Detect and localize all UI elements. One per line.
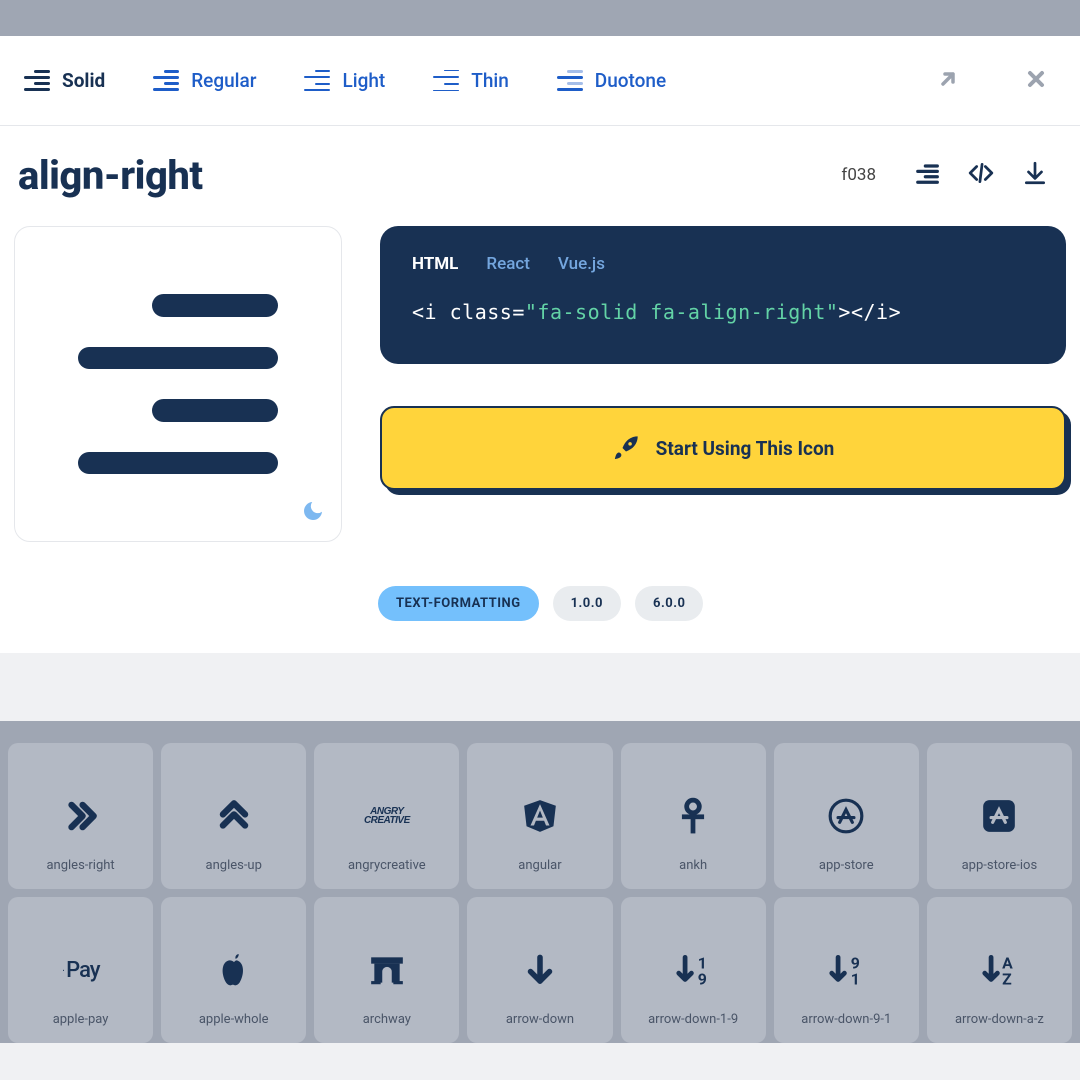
rocket-icon [612,434,640,462]
tab-solid[interactable]: Solid [24,69,105,92]
angrycreative-icon: ANGRYCREATIVE [368,797,406,835]
tab-label: Solid [62,69,105,92]
unicode-label[interactable]: f038 [841,165,876,185]
svg-text:9: 9 [698,969,707,988]
icon-card-arrow-down-9-1[interactable]: 91 arrow-down-9-1 [774,897,919,1043]
tab-label: Regular [191,69,256,92]
icon-card-ankh[interactable]: ankh [621,743,766,889]
svg-text:1: 1 [851,969,860,988]
icon-card-angular[interactable]: angular [467,743,612,889]
align-right-icon [78,294,278,474]
code-snippet[interactable]: <i class="fa-solid fa-align-right"></i> [412,300,1034,324]
icon-card-app-store[interactable]: app-store [774,743,919,889]
icon-card-arrow-down[interactable]: arrow-down [467,897,612,1043]
banner [0,653,1080,721]
tab-thin[interactable]: Thin [433,69,509,92]
ankh-icon [674,797,712,835]
style-tabs: Solid Regular Light Thin Duotone [0,36,1080,126]
archway-icon [368,951,406,989]
align-right-icon [24,70,50,92]
tag-version[interactable]: 6.0.0 [635,586,703,621]
icon-card-apple-whole[interactable]: apple-whole [161,897,306,1043]
code-tab-react[interactable]: React [486,254,530,274]
icon-card-app-store-ios[interactable]: app-store-ios [927,743,1072,889]
tag-version[interactable]: 1.0.0 [553,586,621,621]
icon-card-angles-up[interactable]: angles-up [161,743,306,889]
icon-card-angrycreative[interactable]: ANGRYCREATIVE angrycreative [314,743,459,889]
code-tab-vue[interactable]: Vue.js [558,254,605,274]
glyph-button[interactable] [900,150,954,200]
dark-mode-toggle[interactable] [301,499,325,527]
icon-card-arrow-down-1-9[interactable]: 19 arrow-down-1-9 [621,897,766,1043]
tab-label: Duotone [595,69,666,92]
svg-text:Z: Z [1003,969,1013,988]
apple-whole-icon [215,951,253,989]
arrow-down-9-1-icon: 91 [827,951,865,989]
app-store-ios-icon [980,797,1018,835]
icon-grid: angles-right angles-up ANGRYCREATIVE ang… [8,743,1072,1043]
code-tab-html[interactable]: HTML [412,254,458,274]
angles-up-icon [215,797,253,835]
expand-icon[interactable] [928,59,968,103]
app-store-icon [827,797,865,835]
cta-label: Start Using This Icon [656,437,835,460]
page-title: align-right [18,152,203,199]
tags-row: TEXT-FORMATTING 1.0.0 6.0.0 [0,574,1080,653]
code-button[interactable] [954,150,1008,200]
start-using-button[interactable]: Start Using This Icon [380,406,1066,490]
icon-card-angles-right[interactable]: angles-right [8,743,153,889]
tab-light[interactable]: Light [304,69,385,92]
icon-card-arrow-down-a-z[interactable]: AZ arrow-down-a-z [927,897,1072,1043]
tab-regular[interactable]: Regular [153,69,256,92]
tag-category[interactable]: TEXT-FORMATTING [378,586,539,621]
code-panel: HTML React Vue.js <i class="fa-solid fa-… [380,226,1066,364]
close-icon[interactable] [1016,59,1056,103]
icon-preview [14,226,342,542]
download-button[interactable] [1008,150,1062,200]
align-right-icon [304,70,330,92]
arrow-down-1-9-icon: 19 [674,951,712,989]
arrow-down-icon [521,951,559,989]
tab-duotone[interactable]: Duotone [557,69,666,92]
tab-label: Light [342,69,385,92]
angles-right-icon [62,797,100,835]
align-right-icon [557,70,583,92]
icon-card-archway[interactable]: archway [314,897,459,1043]
angular-icon [521,797,559,835]
align-right-icon [153,70,179,92]
tab-label: Thin [471,69,509,92]
arrow-down-a-z-icon: AZ [980,951,1018,989]
apple-pay-icon: Pay [62,951,100,989]
icon-card-apple-pay[interactable]: Pay apple-pay [8,897,153,1043]
align-right-icon [433,70,459,92]
